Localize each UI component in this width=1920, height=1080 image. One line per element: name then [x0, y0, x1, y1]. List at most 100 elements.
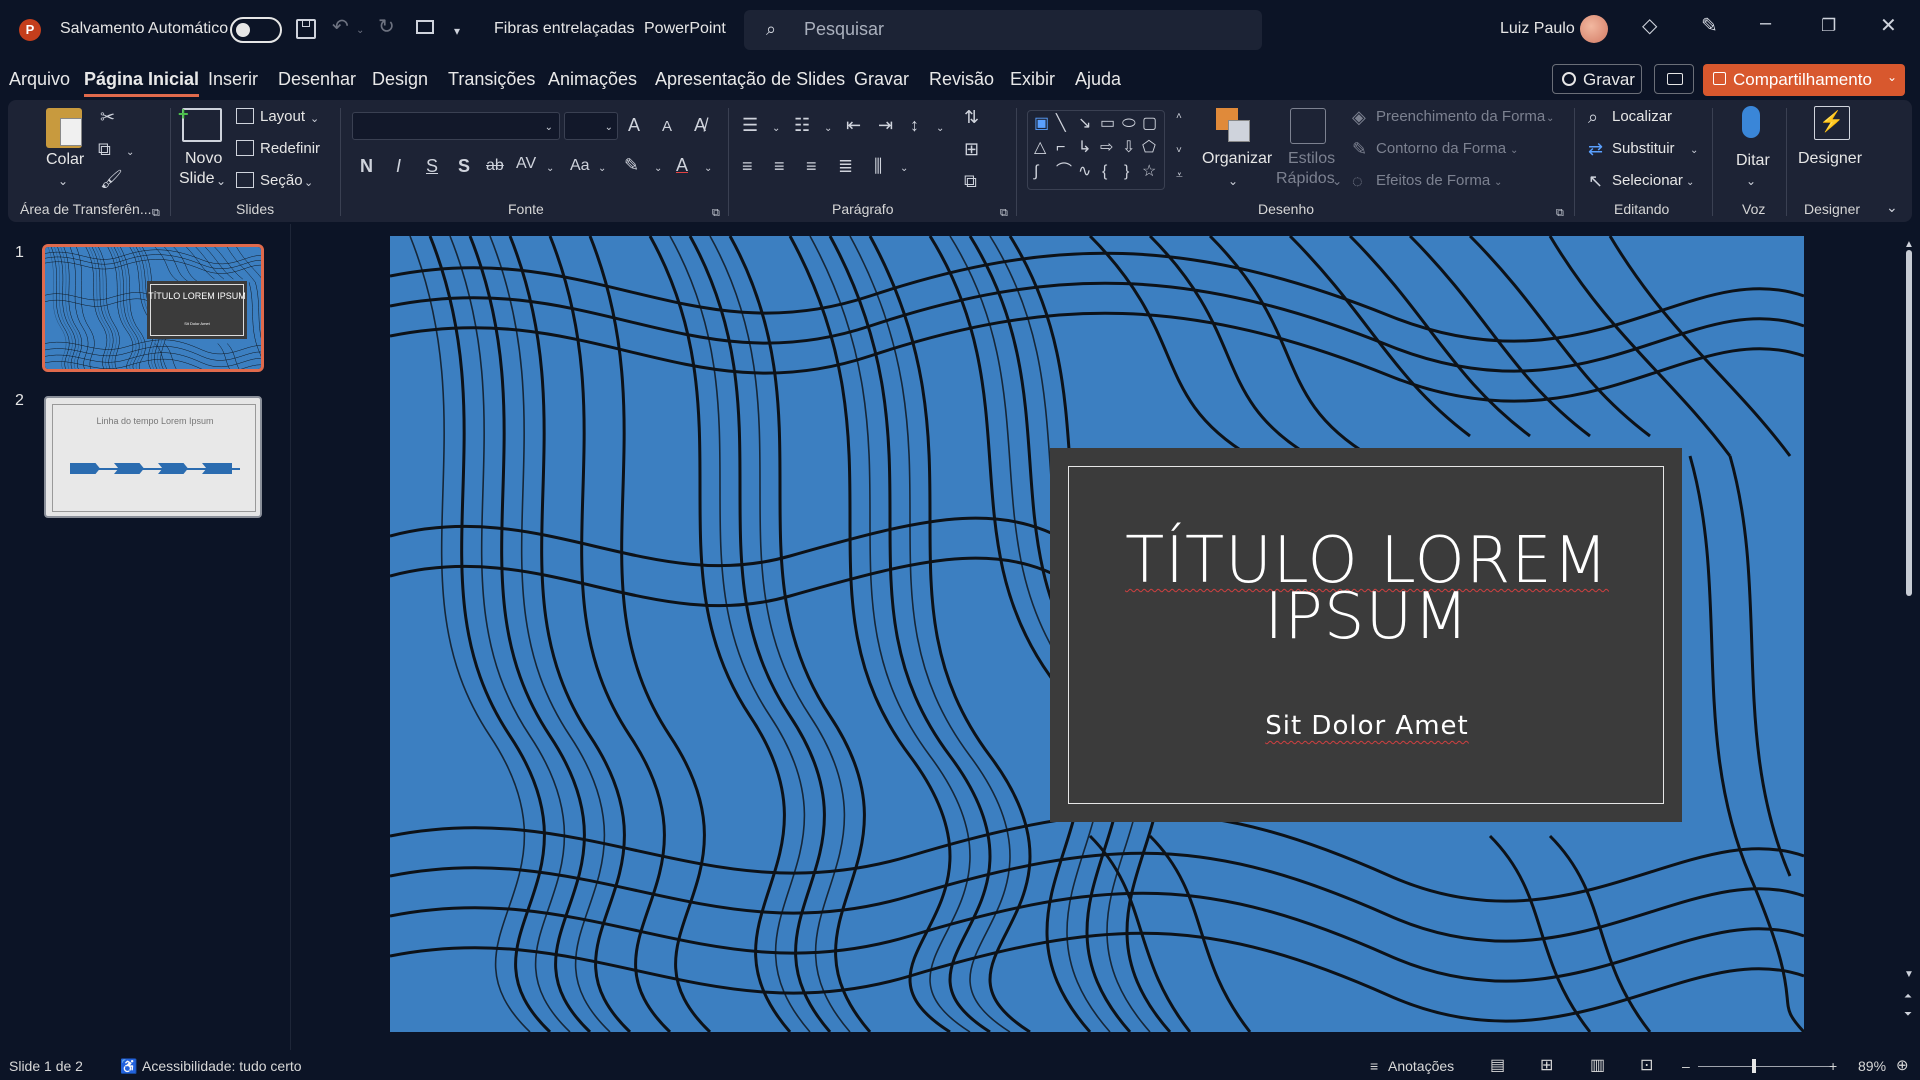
chevron-down-icon[interactable]: ⌄ — [356, 22, 364, 40]
present-icon[interactable] — [416, 20, 434, 34]
tab-gravar[interactable]: Gravar — [854, 69, 909, 90]
tab-ajuda[interactable]: Ajuda — [1075, 69, 1121, 90]
layout-button[interactable]: Layout — [260, 108, 305, 125]
dialog-launcher-icon[interactable]: ⧉ — [712, 204, 720, 222]
font-color-button[interactable]: A — [676, 156, 688, 174]
quick-styles-label-2[interactable]: Rápidos — [1276, 170, 1335, 188]
slide-sorter-icon[interactable]: ⊞ — [1540, 1055, 1553, 1075]
shape-fill-icon[interactable]: ◈ — [1352, 108, 1366, 126]
minimize-icon[interactable]: – — [1760, 13, 1771, 33]
collapse-ribbon-icon[interactable]: ⌄ — [1886, 198, 1898, 216]
select-cursor-icon[interactable]: ↖ — [1588, 172, 1603, 190]
fit-slide-icon[interactable]: ⊕ — [1896, 1056, 1909, 1074]
avatar[interactable] — [1580, 15, 1608, 43]
notes-button[interactable]: Anotações — [1388, 1058, 1454, 1074]
tab-desenhar[interactable]: Desenhar — [278, 69, 356, 90]
char-spacing-button[interactable]: AV — [516, 155, 536, 173]
paste-button[interactable]: Colar — [46, 151, 84, 169]
clear-formatting-icon[interactable]: A̸ — [694, 116, 706, 134]
slide-subtitle[interactable]: Sit Dolor Amet — [1069, 711, 1665, 741]
find-button[interactable]: Localizar — [1612, 108, 1672, 125]
numbering-icon[interactable]: ☷ — [794, 116, 810, 134]
dialog-launcher-icon[interactable]: ⧉ — [1000, 204, 1008, 222]
previous-slide-icon[interactable]: ⏶ — [1904, 988, 1912, 1006]
gallery-down-icon[interactable]: ˅ — [1176, 142, 1182, 160]
chevron-down-icon[interactable]: ⌄ — [126, 144, 134, 162]
chevron-down-icon[interactable]: ⌄ — [310, 110, 319, 128]
triangle-shape-icon[interactable]: △ — [1034, 139, 1046, 157]
increase-indent-icon[interactable]: ⇥ — [878, 116, 893, 134]
chevron-down-icon[interactable]: ⌄ — [1746, 172, 1756, 190]
chevron-down-icon[interactable]: ⌄ — [216, 172, 226, 190]
arrow-line-shape-icon[interactable]: ↘ — [1078, 115, 1091, 133]
pen-icon[interactable]: ✎ — [1701, 16, 1718, 36]
reset-button[interactable]: Redefinir — [260, 140, 320, 157]
slide-thumbnail-1[interactable]: TÍTULO LOREM IPSUM Sit Dolor Amet — [42, 244, 264, 372]
line-spacing-icon[interactable]: ↕ — [910, 116, 919, 134]
replace-icon[interactable]: ⇄ — [1588, 140, 1603, 158]
slideshow-icon[interactable]: ⊡ — [1640, 1055, 1653, 1075]
tab-inserir[interactable]: Inserir — [208, 69, 258, 90]
shape-outline-button[interactable]: Contorno da Forma — [1376, 140, 1506, 157]
grow-font-icon[interactable]: A — [628, 116, 640, 134]
bold-button[interactable]: N — [360, 157, 373, 175]
shape-effects-button[interactable]: Efeitos de Forma — [1376, 172, 1490, 189]
reset-icon[interactable] — [236, 140, 254, 156]
record-button[interactable]: Gravar — [1552, 64, 1642, 94]
align-text-icon[interactable]: ⊞ — [964, 140, 979, 158]
tab-apresentacao[interactable]: Apresentação de Slides — [655, 69, 845, 90]
section-icon[interactable] — [236, 172, 254, 188]
chevron-down-icon[interactable]: ⌄ — [546, 160, 554, 178]
chevron-down-icon[interactable]: ⌄ — [1494, 174, 1502, 192]
undo-icon[interactable]: ↶ — [332, 17, 349, 37]
chevron-down-icon[interactable]: ⌄ — [1228, 172, 1238, 190]
gallery-up-icon[interactable]: ˄ — [1176, 108, 1182, 126]
diamond-icon[interactable]: ◇ — [1642, 16, 1657, 36]
section-button[interactable]: Seção — [260, 172, 303, 189]
zoom-slider-track[interactable] — [1698, 1066, 1832, 1067]
line-shape-icon[interactable]: ╲ — [1056, 115, 1066, 133]
tab-pagina-inicial[interactable]: Página Inicial — [84, 69, 200, 97]
format-painter-icon[interactable]: 🖌 — [100, 170, 123, 188]
elbow-arrow-icon[interactable]: ↳ — [1078, 139, 1091, 157]
shape-fill-button[interactable]: Preenchimento da Forma — [1376, 108, 1545, 125]
rounded-rect-shape-icon[interactable]: ▢ — [1142, 115, 1157, 133]
chevron-down-icon[interactable]: ⌄ — [1546, 110, 1554, 128]
quick-styles-label-1[interactable]: Estilos — [1288, 150, 1335, 168]
select-button[interactable]: Selecionar — [1612, 172, 1683, 189]
vertical-scrollbar[interactable]: ▲ ▼ ⏶ ⏷ — [1904, 236, 1914, 1046]
align-right-icon[interactable]: ≡ — [806, 157, 817, 175]
close-icon[interactable]: ✕ — [1880, 16, 1897, 36]
shape-effects-icon[interactable]: ◌ — [1352, 172, 1363, 190]
chevron-down-icon[interactable]: ⌄ — [1887, 70, 1897, 84]
new-slide-icon[interactable]: + — [178, 104, 222, 142]
arc-shape-icon[interactable]: ⌒ — [1056, 163, 1072, 181]
reading-view-icon[interactable]: ▥ — [1590, 1055, 1605, 1075]
justify-icon[interactable]: ≣ — [838, 157, 853, 175]
scroll-thumb[interactable] — [1906, 250, 1912, 596]
decrease-indent-icon[interactable]: ⇤ — [846, 116, 861, 134]
find-icon[interactable]: ⌕ — [1588, 108, 1598, 126]
chevron-down-icon[interactable]: ⌄ — [1332, 172, 1342, 190]
tab-design[interactable]: Design — [372, 69, 428, 90]
new-slide-label-2[interactable]: Slide — [179, 170, 215, 188]
shadow-button[interactable]: S — [458, 157, 470, 175]
layout-icon[interactable] — [236, 108, 254, 124]
title-card[interactable]: TÍTULO LOREM IPSUM Sit Dolor Amet — [1050, 448, 1682, 822]
chevron-down-icon[interactable]: ⌄ — [1686, 174, 1694, 192]
elbow-connector-icon[interactable]: ⌐ — [1056, 139, 1065, 157]
chevron-down-icon[interactable]: ⌄ — [1690, 142, 1698, 160]
align-center-icon[interactable]: ≡ — [774, 157, 785, 175]
slide-canvas[interactable]: TÍTULO LOREM IPSUM Sit Dolor Amet — [390, 236, 1804, 1032]
cut-icon[interactable]: ✂ — [100, 108, 115, 126]
pentagon-shape-icon[interactable]: ⬠ — [1142, 139, 1156, 157]
shapes-gallery[interactable]: ▣ ╲ ↘ ▭ ⬭ ▢ △ ⌐ ↳ ⇨ ⇩ ⬠ ∫ ⌒ ∿ { } ☆ — [1027, 110, 1165, 190]
comments-button[interactable] — [1654, 64, 1694, 94]
star-shape-icon[interactable]: ☆ — [1142, 163, 1156, 181]
down-arrow-shape-icon[interactable]: ⇩ — [1122, 139, 1135, 157]
replace-button[interactable]: Substituir — [1612, 140, 1675, 157]
shrink-font-icon[interactable]: A — [662, 118, 672, 136]
zoom-in-icon[interactable]: + — [1829, 1058, 1837, 1074]
align-left-icon[interactable]: ≡ — [742, 157, 753, 175]
zoom-out-icon[interactable]: – — [1682, 1058, 1690, 1074]
